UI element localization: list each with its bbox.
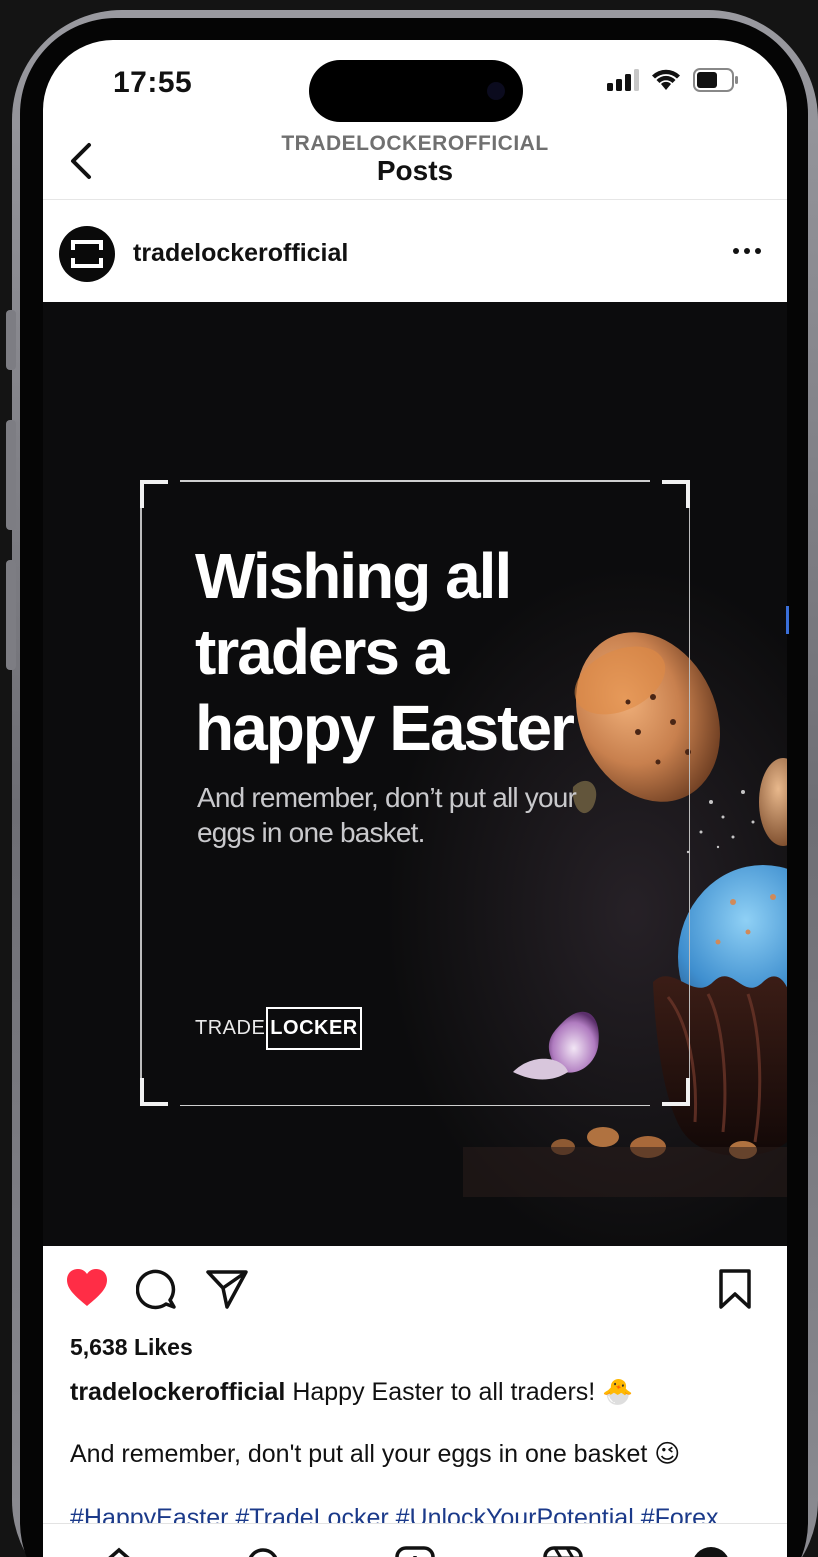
battery-icon bbox=[693, 68, 738, 92]
subtitle-line: eggs in one basket. bbox=[197, 817, 425, 848]
side-button bbox=[6, 420, 16, 530]
side-button bbox=[6, 310, 16, 370]
share-icon bbox=[206, 1270, 248, 1309]
wifi-icon bbox=[652, 69, 680, 90]
headline-line: traders a bbox=[195, 616, 449, 688]
comment-button[interactable] bbox=[135, 1268, 178, 1315]
header-account-name: TRADELOCKEROFFICIAL bbox=[281, 132, 549, 155]
heart-icon bbox=[67, 1269, 107, 1306]
side-button bbox=[6, 560, 16, 670]
profile-icon[interactable] bbox=[689, 1544, 733, 1557]
avatar[interactable] bbox=[59, 226, 115, 282]
headline-line: happy Easter bbox=[195, 692, 575, 764]
image-headline: Wishing all traders a happy Easter bbox=[195, 538, 615, 766]
status-icons bbox=[607, 68, 739, 92]
subtitle-line: And remember, don’t put all your bbox=[197, 782, 577, 813]
home-icon[interactable] bbox=[97, 1544, 141, 1557]
search-icon[interactable] bbox=[243, 1544, 287, 1557]
reels-icon[interactable] bbox=[541, 1544, 585, 1557]
bookmark-icon bbox=[719, 1269, 751, 1309]
share-button[interactable] bbox=[205, 1268, 249, 1315]
posts-header: TRADELOCKEROFFICIAL Posts bbox=[43, 125, 787, 200]
more-options-button[interactable] bbox=[727, 236, 767, 266]
more-icon bbox=[744, 248, 750, 254]
brand-trade-text: TRADE bbox=[195, 1016, 266, 1039]
tradelocker-brand-logo: TRADE LOCKER bbox=[195, 1005, 362, 1051]
tradelocker-logo-icon bbox=[71, 240, 103, 268]
post-image[interactable]: Wishing all traders a happy Easter And r… bbox=[43, 302, 787, 1246]
headline-line: Wishing all bbox=[195, 540, 512, 612]
page-title: Posts bbox=[376, 155, 454, 186]
save-button[interactable] bbox=[717, 1268, 753, 1315]
brand-locker-text: LOCKER bbox=[266, 1006, 362, 1050]
like-count[interactable]: 5,638 Likes bbox=[70, 1334, 193, 1361]
post-caption: tradelockerofficial Happy Easter to all … bbox=[70, 1376, 760, 1408]
screen-edge-marker bbox=[786, 606, 789, 634]
signal-icon bbox=[607, 69, 639, 91]
image-subtitle: And remember, don’t put all your eggs in… bbox=[197, 780, 617, 850]
post-actions bbox=[43, 1246, 787, 1332]
caption-line-2: And remember, don't put all your eggs in… bbox=[70, 1440, 681, 1468]
create-icon[interactable] bbox=[393, 1544, 437, 1557]
bottom-tab-bar bbox=[43, 1523, 787, 1557]
status-time: 17:55 bbox=[113, 66, 193, 99]
more-icon bbox=[733, 248, 739, 254]
comment-icon bbox=[135, 1269, 176, 1310]
like-button[interactable] bbox=[65, 1268, 109, 1313]
dynamic-island bbox=[309, 60, 523, 122]
more-icon bbox=[755, 248, 761, 254]
caption-text: Happy Easter to all traders! 🐣 bbox=[292, 1378, 634, 1406]
post-author-name[interactable]: tradelockerofficial bbox=[133, 239, 348, 268]
camera-icon bbox=[487, 82, 505, 100]
post-author-row: tradelockerofficial bbox=[43, 200, 787, 302]
caption-author[interactable]: tradelockerofficial bbox=[70, 1378, 285, 1406]
phone-screen: 17:55 TRADELOCKEROFFICIAL Posts tradeloc… bbox=[43, 40, 787, 1557]
